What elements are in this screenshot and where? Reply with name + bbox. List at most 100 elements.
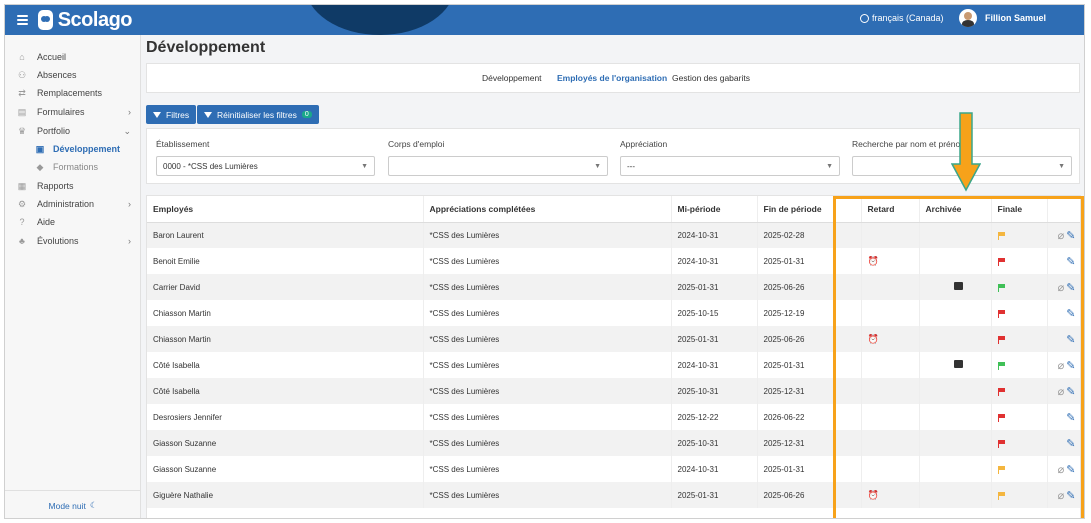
cell-end: 2025-02-28	[757, 222, 862, 248]
paperclip-icon[interactable]: ⌀	[1058, 385, 1065, 398]
cell-end: 2025-12-19	[757, 300, 862, 326]
sidebar-item-7[interactable]: ▦ Rapports	[5, 177, 141, 195]
cell-archivee	[919, 456, 992, 482]
cell-retard	[861, 378, 920, 404]
edit-pencil-icon[interactable]: ✎	[1066, 281, 1075, 294]
sidebar-item-3[interactable]: ▤ Formulaires ›	[5, 103, 141, 121]
cell-end: 2026-06-22	[757, 404, 862, 430]
corps-select[interactable]: ▼	[388, 156, 608, 176]
col-archivee[interactable]: Archivée	[919, 196, 992, 223]
flag-icon	[997, 257, 1005, 266]
cell-employee: Chiasson Martin	[147, 326, 424, 352]
table-row[interactable]: Chiasson Martin *CSS des Lumières 2025-10-…	[147, 300, 1080, 326]
col-finale[interactable]: Finale	[991, 196, 1048, 223]
cell-archivee	[919, 352, 992, 378]
table-row[interactable]: Baron Laurent *CSS des Lumières 2024-10-31…	[147, 222, 1080, 248]
etablissement-select[interactable]: 0000 - *CSS des Lumières ▼	[156, 156, 375, 176]
flag-icon	[997, 465, 1005, 474]
sidebar-item-10[interactable]: ♣ Évolutions ›	[5, 232, 141, 250]
sidebar-item-4[interactable]: ♛ Portfolio ⌄	[5, 122, 141, 140]
sidebar-item-9[interactable]: ? Aide	[5, 213, 141, 231]
funnel-icon	[153, 111, 161, 118]
table-row[interactable]: Carrier David *CSS des Lumières 2025-01-31…	[147, 274, 1080, 300]
paperclip-icon[interactable]: ⌀	[1058, 489, 1065, 502]
paperclip-icon[interactable]: ⌀	[1058, 359, 1065, 372]
cell-finale	[991, 456, 1048, 482]
sidebar-item-5[interactable]: ▣ Développement	[5, 140, 141, 158]
cell-mid: 2025-01-31	[671, 482, 758, 508]
appreciation-value: ---	[627, 162, 635, 171]
edit-pencil-icon[interactable]: ✎	[1066, 489, 1075, 502]
sidebar-item-label: Développement	[53, 144, 121, 154]
cell-archivee	[919, 482, 992, 508]
table-header-row: Employés Appréciations complétées Mi-pér…	[147, 196, 1080, 223]
chevron-icon: ›	[128, 236, 131, 246]
filters-button[interactable]: Filtres	[146, 105, 197, 124]
cell-mid: 2025-01-31	[671, 274, 758, 300]
cell-org: *CSS des Lumières	[423, 404, 672, 430]
reset-filters-button[interactable]: Réinitialiser les filtres 0	[197, 105, 319, 124]
sidebar-item-6[interactable]: ◆ Formations	[5, 158, 141, 176]
cell-employee: Desrosiers Jennifer	[147, 404, 424, 430]
edit-pencil-icon[interactable]: ✎	[1066, 307, 1075, 320]
trophy-icon: ♛	[17, 125, 27, 136]
edit-pencil-icon[interactable]: ✎	[1066, 411, 1075, 424]
night-mode-toggle[interactable]: Mode nuit ☾	[5, 490, 141, 518]
table-row[interactable]: Chiasson Martin *CSS des Lumières 2025-01-…	[147, 326, 1080, 352]
cell-retard	[861, 352, 920, 378]
user-name[interactable]: Fillion Samuel	[985, 13, 1046, 23]
table-row[interactable]: Giasson Suzanne *CSS des Lumières 2025-10-…	[147, 430, 1080, 456]
cell-org: *CSS des Lumières	[423, 326, 672, 352]
cell-finale	[991, 222, 1048, 248]
flag-icon	[997, 283, 1005, 292]
cell-org: *CSS des Lumières	[423, 248, 672, 274]
paperclip-icon[interactable]: ⌀	[1058, 229, 1065, 242]
cell-mid: 2024-10-31	[671, 222, 758, 248]
cell-finale	[991, 300, 1048, 326]
cell-archivee	[919, 430, 992, 456]
tab-gabarits[interactable]: Gestion des gabarits	[672, 73, 750, 83]
top-bar: Scolago français (Canada) Fillion Samuel	[5, 5, 1084, 35]
paperclip-icon[interactable]: ⌀	[1058, 463, 1065, 476]
cell-mid: 2025-01-31	[671, 326, 758, 352]
flag-icon	[997, 231, 1005, 240]
edit-pencil-icon[interactable]: ✎	[1066, 359, 1075, 372]
cell-actions: ⌀ ✎	[1047, 378, 1080, 404]
sidebar-item-0[interactable]: ⌂ Accueil	[5, 48, 141, 66]
cell-mid: 2025-12-22	[671, 404, 758, 430]
sidebar-item-2[interactable]: ⇄ Remplacements	[5, 84, 141, 102]
col-appreciations[interactable]: Appréciations complétées	[423, 196, 672, 223]
table-row[interactable]: Côté Isabella *CSS des Lumières 2024-10-31…	[147, 352, 1080, 378]
cell-archivee	[919, 300, 992, 326]
col-fin-periode[interactable]: Fin de période	[757, 196, 862, 223]
edit-pencil-icon[interactable]: ✎	[1066, 255, 1075, 268]
form-icon: ▤	[17, 106, 27, 117]
cell-retard: ⏰	[861, 326, 920, 352]
col-actions	[1047, 196, 1080, 223]
swap-icon: ⇄	[18, 87, 26, 98]
menu-icon[interactable]	[17, 15, 28, 25]
table-row[interactable]: Benoit Emilie *CSS des Lumières 2024-10-31…	[147, 248, 1080, 274]
tab-bar: Développement Employés de l'organisation…	[146, 63, 1080, 93]
edit-pencil-icon[interactable]: ✎	[1066, 333, 1075, 346]
table-row[interactable]: Giasson Suzanne *CSS des Lumières 2024-10-…	[147, 456, 1080, 482]
paperclip-icon[interactable]: ⌀	[1058, 281, 1065, 294]
sidebar-item-8[interactable]: ⚙ Administration ›	[5, 195, 141, 213]
tab-developpement[interactable]: Développement	[482, 73, 542, 83]
edit-pencil-icon[interactable]: ✎	[1066, 463, 1075, 476]
appreciation-select[interactable]: --- ▼	[620, 156, 840, 176]
table-row[interactable]: Desrosiers Jennifer *CSS des Lumières 2025…	[147, 404, 1080, 430]
sidebar-item-1[interactable]: ⚇ Absences	[5, 66, 141, 84]
table-row[interactable]: Côté Isabella *CSS des Lumières 2025-10-31…	[147, 378, 1080, 404]
edit-pencil-icon[interactable]: ✎	[1066, 385, 1075, 398]
col-mi-periode[interactable]: Mi-période	[671, 196, 758, 223]
col-employes[interactable]: Employés	[147, 196, 424, 223]
avatar[interactable]	[959, 9, 977, 27]
col-retard[interactable]: Retard	[861, 196, 920, 223]
tab-employes[interactable]: Employés de l'organisation	[557, 73, 667, 83]
flag-icon	[997, 413, 1005, 422]
table-row[interactable]: Giguère Nathalie *CSS des Lumières 2025-01…	[147, 482, 1080, 508]
edit-pencil-icon[interactable]: ✎	[1066, 437, 1075, 450]
language-selector[interactable]: français (Canada)	[860, 13, 944, 23]
edit-pencil-icon[interactable]: ✎	[1066, 229, 1075, 242]
